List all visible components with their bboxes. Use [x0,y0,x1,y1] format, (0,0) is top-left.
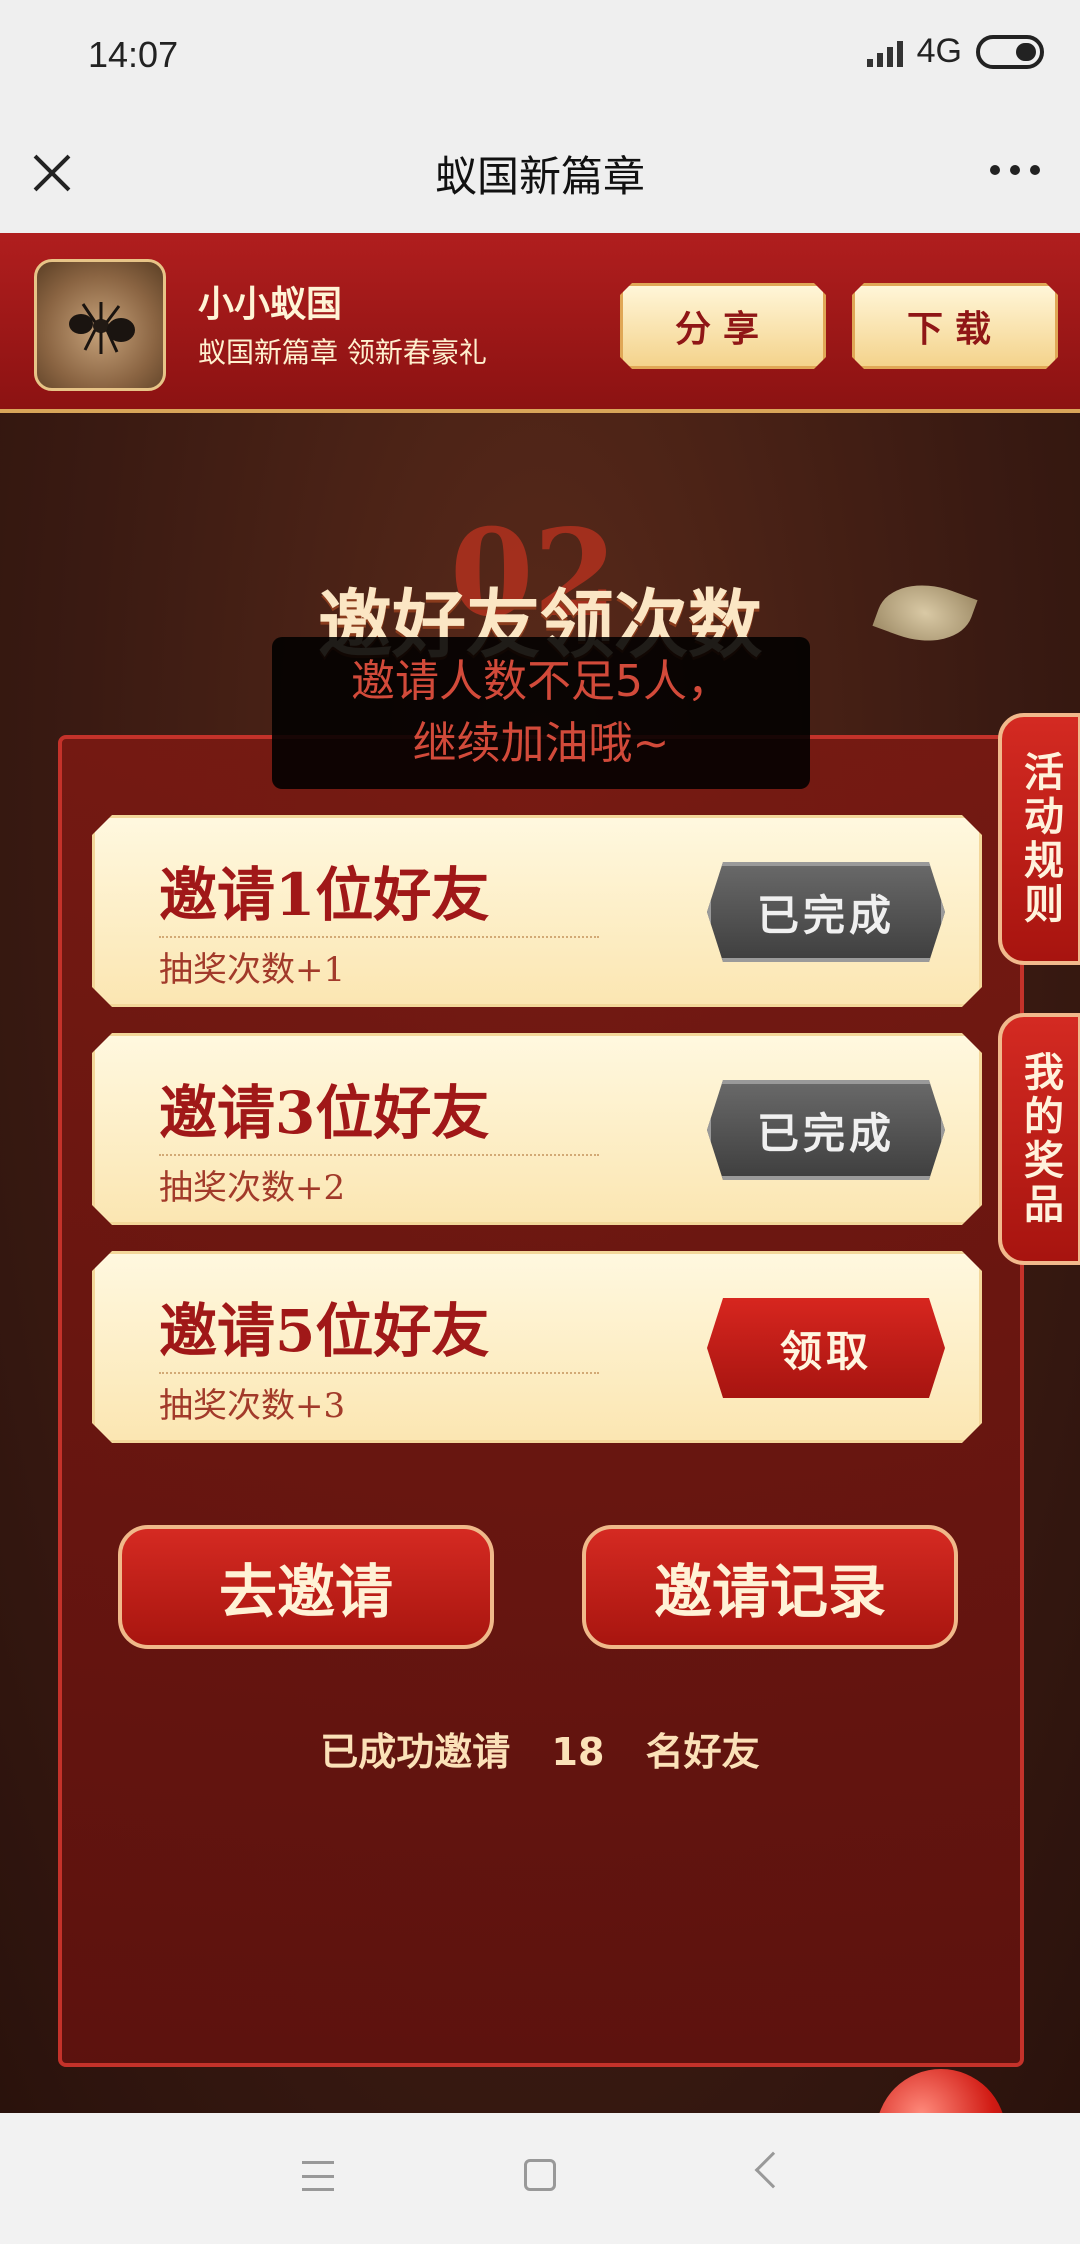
invite-records-button[interactable]: 邀请记录 [582,1525,958,1649]
invited-count: 18 [551,1730,605,1774]
back-icon[interactable] [754,2151,792,2189]
app-subtitle: 蚁国新篇章 领新春豪礼 [198,336,487,369]
title-bar: 蚁国新篇章 [0,115,1080,233]
toast-line-2: 继续加油哦~ [412,718,670,769]
my-prizes-tab[interactable]: 我的奖品 [998,1013,1080,1265]
home-icon[interactable] [524,2159,556,2191]
red-ball-decoration [876,2069,1006,2113]
completed-button[interactable]: 已完成 [707,862,945,962]
page-title: 蚁国新篇章 [434,152,645,201]
task-card: 邀请3位好友 抽奖次数+2 已完成 [92,1033,982,1225]
task-card: 邀请1位好友 抽奖次数+1 已完成 [92,815,982,1007]
battery-icon [976,34,1044,69]
activity-rules-tab[interactable]: 活动规则 [998,713,1080,965]
task-title: 邀请5位好友 [159,1297,490,1365]
more-options-icon[interactable] [990,165,1040,175]
task-title: 邀请1位好友 [159,861,490,929]
event-page: 小小蚁国 蚁国新篇章 领新春豪礼 分享 下载 02 邀好友领次数 邀请人数不足5… [0,233,1080,2113]
navigation-bar [0,2113,1080,2244]
claim-button[interactable]: 领取 [707,1298,945,1398]
task-reward: 抽奖次数+2 [159,1154,599,1209]
go-invite-button[interactable]: 去邀请 [118,1525,494,1649]
ant-icon [69,302,135,354]
menu-icon[interactable] [302,2161,334,2191]
status-time: 14:07 [88,34,179,75]
signal-icon [866,37,903,67]
app-name: 小小蚁国 [198,284,343,325]
share-button[interactable]: 分享 [620,283,826,369]
task-title: 邀请3位好友 [159,1079,490,1147]
status-icons: 4G [866,32,1044,71]
network-type: 4G [916,32,962,70]
app-header: 小小蚁国 蚁国新篇章 领新春豪礼 分享 下载 [0,233,1080,413]
toast-message: 邀请人数不足5人， 继续加油哦~ [272,637,810,789]
invited-count-line: 已成功邀请 18 名好友 [0,1721,1080,1776]
status-bar: 14:07 4G [0,0,1080,115]
app-icon [34,259,166,391]
invited-prefix: 已成功邀请 [320,1730,511,1774]
toast-line-1: 邀请人数不足5人， [351,656,731,707]
invited-suffix: 名好友 [645,1730,760,1774]
task-card: 邀请5位好友 抽奖次数+3 领取 [92,1251,982,1443]
completed-button[interactable]: 已完成 [707,1080,945,1180]
download-button[interactable]: 下载 [852,283,1058,369]
task-reward: 抽奖次数+3 [159,1372,599,1427]
task-reward: 抽奖次数+1 [159,936,599,991]
